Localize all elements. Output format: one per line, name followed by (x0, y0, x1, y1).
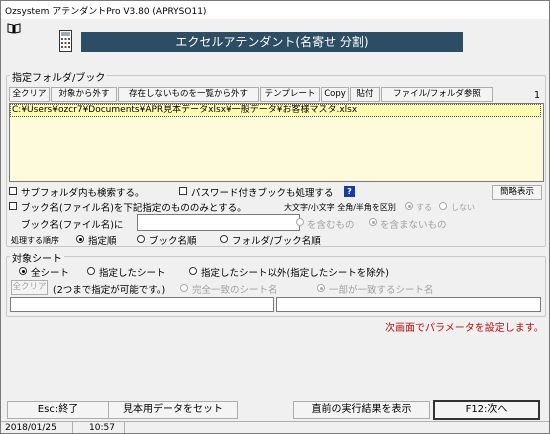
order-book-label: ブック名順 (149, 236, 197, 247)
sheet-group-legend: 対象シート (10, 250, 64, 265)
case-width-label: 大文字/小文字 全角/半角を区別 (284, 203, 396, 212)
contains-radio[interactable] (296, 218, 304, 226)
status-bar-divider (1, 421, 549, 422)
all-sheets-label: 全シート (31, 268, 70, 279)
exit-button[interactable]: Esc:終了 (7, 401, 109, 419)
sheet-clear-all-button[interactable]: 全クリア (11, 280, 48, 295)
calculator-icon (59, 30, 72, 52)
copy-button[interactable]: Copy (321, 87, 349, 102)
except-specified-label: 指定したシート以外(指定したシートを除外) (201, 268, 389, 279)
status-separator (72, 422, 73, 433)
specified-sheets-radio[interactable] (87, 267, 95, 275)
screen-title-banner: エクセルアテンダント(名寄せ 分割) (81, 32, 463, 52)
case-no-radio[interactable] (439, 202, 447, 210)
partial-match-label: 一部が一致するシート名 (329, 285, 434, 296)
window-title: Ozsystem アテンダントPro V3.80 (APRYSO11) (5, 7, 207, 17)
case-no-label: しない (451, 203, 475, 212)
sheet-name-input-1[interactable] (10, 297, 274, 312)
set-sample-data-button[interactable]: 見本用データをセット (108, 401, 238, 419)
specified-sheets-label: 指定したシート (99, 268, 166, 279)
order-specified-radio[interactable] (76, 235, 84, 243)
remove-from-list-button[interactable]: 対象から外す (51, 87, 117, 102)
status-time: 10:57 (89, 423, 115, 433)
file-list-item[interactable]: C:¥Users¥ozcr7¥Documents¥APR見本データxlsx¥一般… (10, 104, 541, 117)
order-folder-book-radio[interactable] (220, 235, 228, 243)
case-yes-radio[interactable] (405, 202, 413, 210)
case-yes-label: する (416, 203, 432, 212)
not-contains-label: を含まないもの (380, 220, 447, 231)
two-or-more-note: (2つまで指定が可能です。) (53, 285, 166, 296)
partial-match-radio[interactable] (317, 284, 325, 292)
book-name-in-label: ブック名(ファイル名)に (21, 220, 124, 231)
show-last-result-button[interactable]: 直前の実行結果を表示 (293, 401, 430, 419)
search-subfolders-checkbox[interactable] (9, 187, 17, 195)
order-label: 処理する順序 (11, 236, 59, 245)
browse-file-folder-button[interactable]: ファイル/フォルダ参照 (381, 87, 493, 102)
exact-match-label: 完全一致のシート名 (192, 285, 278, 296)
simple-view-button[interactable]: 簡略表示 (492, 185, 542, 200)
contains-label: を含むもの (307, 220, 355, 231)
sheet-name-input-2[interactable] (276, 297, 541, 312)
all-sheets-radio[interactable] (19, 267, 27, 275)
not-contains-radio[interactable] (369, 218, 377, 226)
except-specified-radio[interactable] (189, 267, 197, 275)
app-window: Ozsystem アテンダントPro V3.80 (APRYSO11) エクセル… (0, 0, 550, 434)
next-button[interactable]: F12:次へ (433, 400, 540, 420)
status-separator-2 (124, 422, 125, 433)
order-specified-label: 指定順 (88, 236, 117, 247)
title-bar: Ozsystem アテンダントPro V3.80 (APRYSO11) (1, 1, 549, 19)
paste-button[interactable]: 貼付 (350, 87, 380, 102)
book-name-filter-label: ブック名(ファイル名)を下記指定のもののみとする。 (21, 203, 247, 214)
order-book-radio[interactable] (137, 235, 145, 243)
template-button[interactable]: テンプレート (260, 87, 320, 102)
process-password-books-checkbox[interactable] (179, 187, 187, 195)
book-icon[interactable] (7, 23, 21, 34)
page-number: 1 (534, 90, 541, 101)
remove-nonexistent-button[interactable]: 存在しないものを一覧から外す (118, 87, 259, 102)
clear-all-button[interactable]: 全クリア (9, 87, 50, 102)
book-name-input[interactable] (137, 214, 300, 231)
process-password-books-label: パスワード付きブックも処理する (191, 188, 334, 199)
folder-group-legend: 指定フォルダ/ブック (10, 69, 108, 84)
exact-match-radio[interactable] (180, 284, 188, 292)
book-name-filter-checkbox[interactable] (9, 202, 17, 210)
next-screen-notice: 次画面でパラメータを設定します。 (385, 323, 544, 334)
search-subfolders-label: サブフォルダ内も検索する。 (21, 188, 145, 199)
status-date: 2018/01/25 (5, 423, 57, 433)
help-icon[interactable]: ? (344, 186, 355, 197)
order-folder-book-label: フォルダ/ブック名順 (232, 236, 321, 247)
